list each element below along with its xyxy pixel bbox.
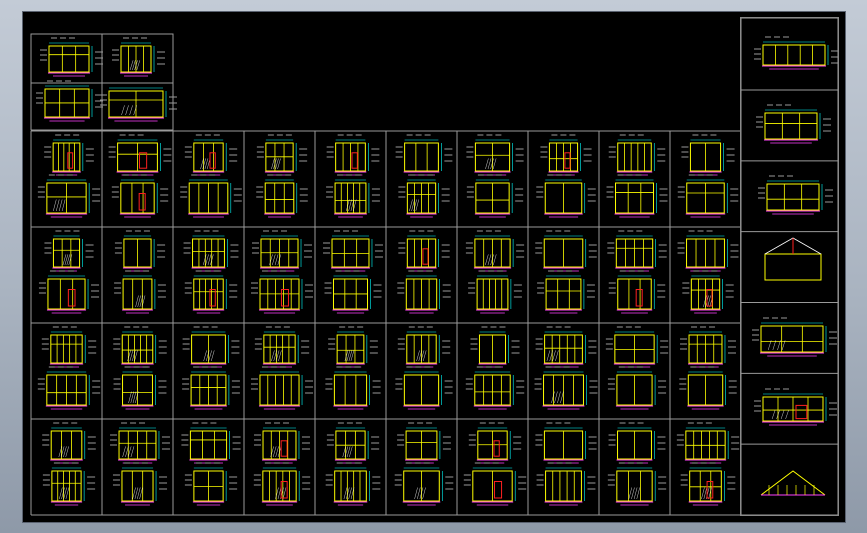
elevation-r3c8-b[interactable] — [534, 366, 598, 410]
elevation-r2c8-a[interactable] — [535, 230, 597, 272]
elevation-r3c8-a[interactable] — [535, 326, 597, 368]
elevation-r4c1-b[interactable] — [42, 462, 96, 506]
elevation-r1c5-b[interactable] — [326, 174, 380, 218]
elevation-r1c1-a[interactable] — [44, 134, 94, 176]
elevation-r4c8-b[interactable] — [536, 462, 596, 506]
elevation-r4c7-b[interactable] — [463, 462, 527, 506]
elevation-r1c1-b[interactable] — [37, 174, 101, 218]
elevation-r1c6-b[interactable] — [398, 174, 450, 218]
elevation-r3c1-b[interactable] — [37, 366, 101, 410]
elevation-r2c7-a[interactable] — [465, 230, 525, 272]
elevation-r3c5-b[interactable] — [325, 366, 381, 410]
elevation-r1c9-b[interactable] — [606, 174, 668, 218]
elevation-r1c6-a[interactable] — [395, 134, 453, 176]
elevation-r3c6-b[interactable] — [395, 366, 453, 410]
elevation-r4c4-a[interactable] — [254, 422, 310, 464]
elevation-r2c6-a[interactable] — [398, 230, 450, 272]
elevation-r2c4-a[interactable] — [251, 230, 313, 272]
elevation-r3c2-b[interactable] — [113, 366, 167, 410]
elevation-top-2[interactable] — [112, 37, 165, 77]
elevation-r1c8-a[interactable] — [540, 134, 592, 176]
elevation-r4c9-a[interactable] — [608, 422, 666, 464]
elevation-r3c9-a[interactable] — [605, 326, 669, 368]
elevation-r2c1-b[interactable] — [38, 270, 100, 314]
cad-drawing-canvas[interactable] — [23, 12, 845, 522]
elevation-r4c5-a[interactable] — [326, 422, 380, 464]
elevation-r4c3-a[interactable] — [181, 422, 241, 464]
elevation-top-1[interactable] — [40, 37, 103, 77]
elevation-r3c4-a[interactable] — [254, 326, 310, 368]
elevation-r1c9-a[interactable] — [608, 134, 666, 176]
elevation-r1c4-b[interactable] — [256, 174, 308, 218]
elevation-r1c7-a[interactable] — [466, 134, 524, 176]
elevation-r4c6-a[interactable] — [397, 422, 451, 464]
elevation-top-3[interactable] — [36, 80, 103, 122]
elevation-r2c5-b[interactable] — [324, 270, 382, 314]
elevation-top-4[interactable] — [100, 82, 177, 122]
elevation-r4c2-a[interactable] — [110, 422, 170, 464]
elevation-r3c3-a[interactable] — [182, 326, 240, 368]
elevation-r4c8-a[interactable] — [535, 422, 597, 464]
elevation-r4c2-b[interactable] — [112, 462, 168, 506]
elevation-r4c9-b[interactable] — [607, 462, 667, 506]
elevation-r2c3-b[interactable] — [184, 270, 238, 314]
drawing-sheet — [22, 11, 846, 523]
elevation-r2c3-a[interactable] — [183, 230, 239, 272]
elevation-r3c1-a[interactable] — [41, 326, 97, 368]
elevation-r2c9-a[interactable] — [607, 230, 667, 272]
elevation-r1c2-a[interactable] — [108, 134, 172, 176]
elevation-r3c7-a[interactable] — [470, 326, 520, 368]
elevation-r2c8-b[interactable] — [537, 270, 595, 314]
elevation-r1c4-a[interactable] — [256, 134, 308, 176]
elevation-r2c10-a[interactable] — [677, 230, 739, 272]
elevation-r4c10-a[interactable] — [676, 422, 740, 464]
elevation-r4c7-a[interactable] — [468, 422, 522, 464]
elevation-r1c7-b[interactable] — [466, 174, 524, 218]
elevation-r2c4-b[interactable] — [251, 270, 313, 314]
elevation-r3c9-b[interactable] — [607, 366, 667, 410]
elevation-r2c1-a[interactable] — [44, 230, 94, 272]
elevation-r4c5-b[interactable] — [325, 462, 381, 506]
elevation-r3c5-a[interactable] — [328, 326, 378, 368]
elevation-r1c5-a[interactable] — [326, 134, 380, 176]
elevation-r4c6-b[interactable] — [394, 462, 454, 506]
elevation-r4c4-b[interactable] — [253, 462, 311, 506]
elevation-r1c10-b[interactable] — [677, 174, 739, 218]
elevation-r1c10-a[interactable] — [681, 134, 735, 176]
elevation-r3c6-a[interactable] — [397, 326, 451, 368]
elevation-r1c2-b[interactable] — [111, 174, 169, 218]
elevation-r3c10-a[interactable] — [680, 326, 736, 368]
elevation-r2c2-a[interactable] — [114, 230, 166, 272]
elevation-r3c2-a[interactable] — [113, 326, 167, 368]
elevation-r4c3-b[interactable] — [184, 462, 238, 506]
title-block — [740, 17, 839, 516]
elevation-r2c9-b[interactable] — [608, 270, 666, 314]
elevation-r3c3-b[interactable] — [182, 366, 240, 410]
elevation-r3c7-b[interactable] — [465, 366, 525, 410]
elevation-r2c10-b[interactable] — [682, 270, 734, 314]
elevation-r4c10-b[interactable] — [680, 462, 736, 506]
elevation-r2c5-a[interactable] — [323, 230, 383, 272]
elevation-r4c1-a[interactable] — [42, 422, 96, 464]
elevation-r2c7-b[interactable] — [468, 270, 522, 314]
elevation-r2c6-b[interactable] — [397, 270, 451, 314]
elevation-r3c10-b[interactable] — [679, 366, 737, 410]
elevation-r1c3-a[interactable] — [184, 134, 238, 176]
elevation-r2c2-b[interactable] — [114, 270, 166, 314]
elevation-r1c8-b[interactable] — [536, 174, 596, 218]
elevation-r1c3-b[interactable] — [180, 174, 242, 218]
elevation-r3c4-b[interactable] — [250, 366, 314, 410]
